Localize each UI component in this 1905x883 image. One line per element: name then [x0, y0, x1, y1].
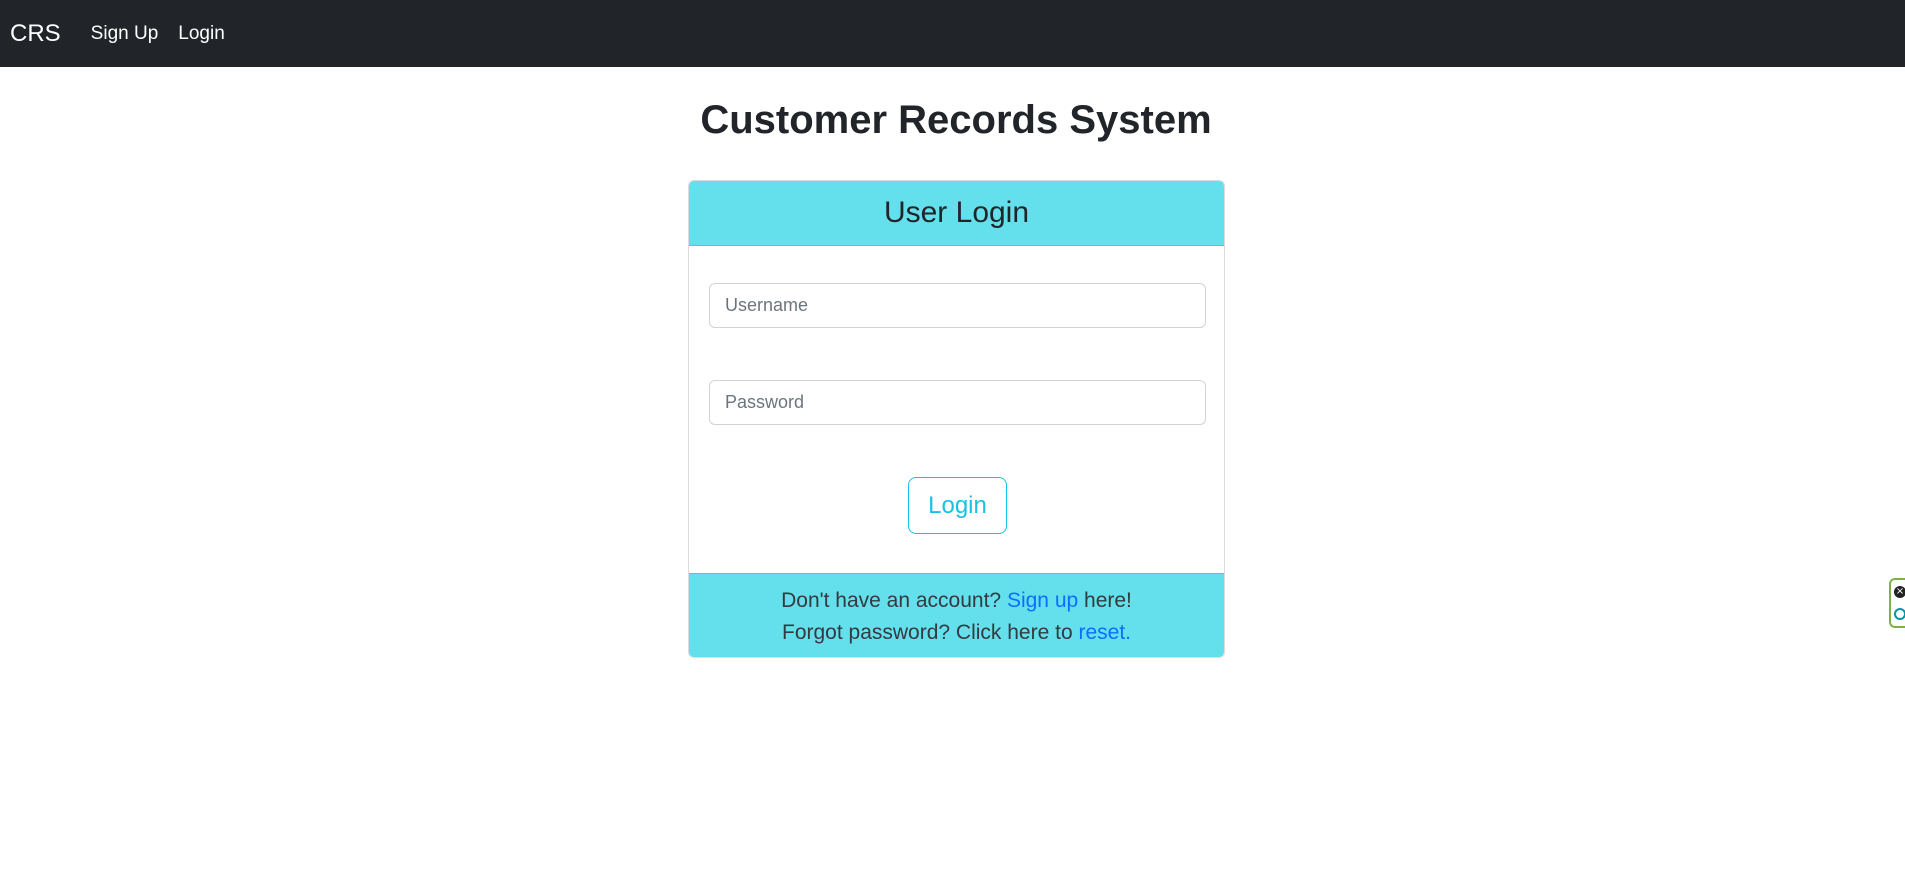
login-card-body: Login [689, 246, 1224, 573]
signup-prompt-prefix: Don't have an account? [781, 588, 1007, 612]
page-title: Customer Records System [700, 98, 1212, 142]
extension-icon[interactable] [1894, 608, 1905, 620]
reset-prompt-suffix: . [1125, 620, 1131, 644]
nav-sign-up-link[interactable]: Sign Up [91, 23, 159, 45]
top-navbar: CRS Sign Up Login [0, 0, 1905, 67]
reset-link[interactable]: reset [1078, 621, 1125, 644]
reset-prompt-prefix: Forgot password? Click here to [782, 620, 1079, 644]
login-card-header: User Login [689, 181, 1224, 246]
sign-up-link[interactable]: Sign up [1007, 589, 1078, 612]
signup-prompt: Don't have an account? Sign up here! [781, 585, 1132, 617]
password-input[interactable] [709, 380, 1206, 425]
nav-login-link[interactable]: Login [178, 23, 225, 45]
reset-prompt: Forgot password? Click here to reset. [782, 617, 1131, 649]
username-input[interactable] [709, 283, 1206, 328]
login-card: User Login Login Don't have an account? … [688, 180, 1225, 658]
login-card-footer: Don't have an account? Sign up here! For… [689, 573, 1224, 657]
login-button[interactable]: Login [908, 477, 1007, 534]
close-icon[interactable]: × [1894, 586, 1905, 598]
side-extension-widget[interactable]: × [1889, 578, 1905, 628]
signup-prompt-suffix: here! [1078, 588, 1132, 612]
brand-link[interactable]: CRS [10, 20, 61, 48]
